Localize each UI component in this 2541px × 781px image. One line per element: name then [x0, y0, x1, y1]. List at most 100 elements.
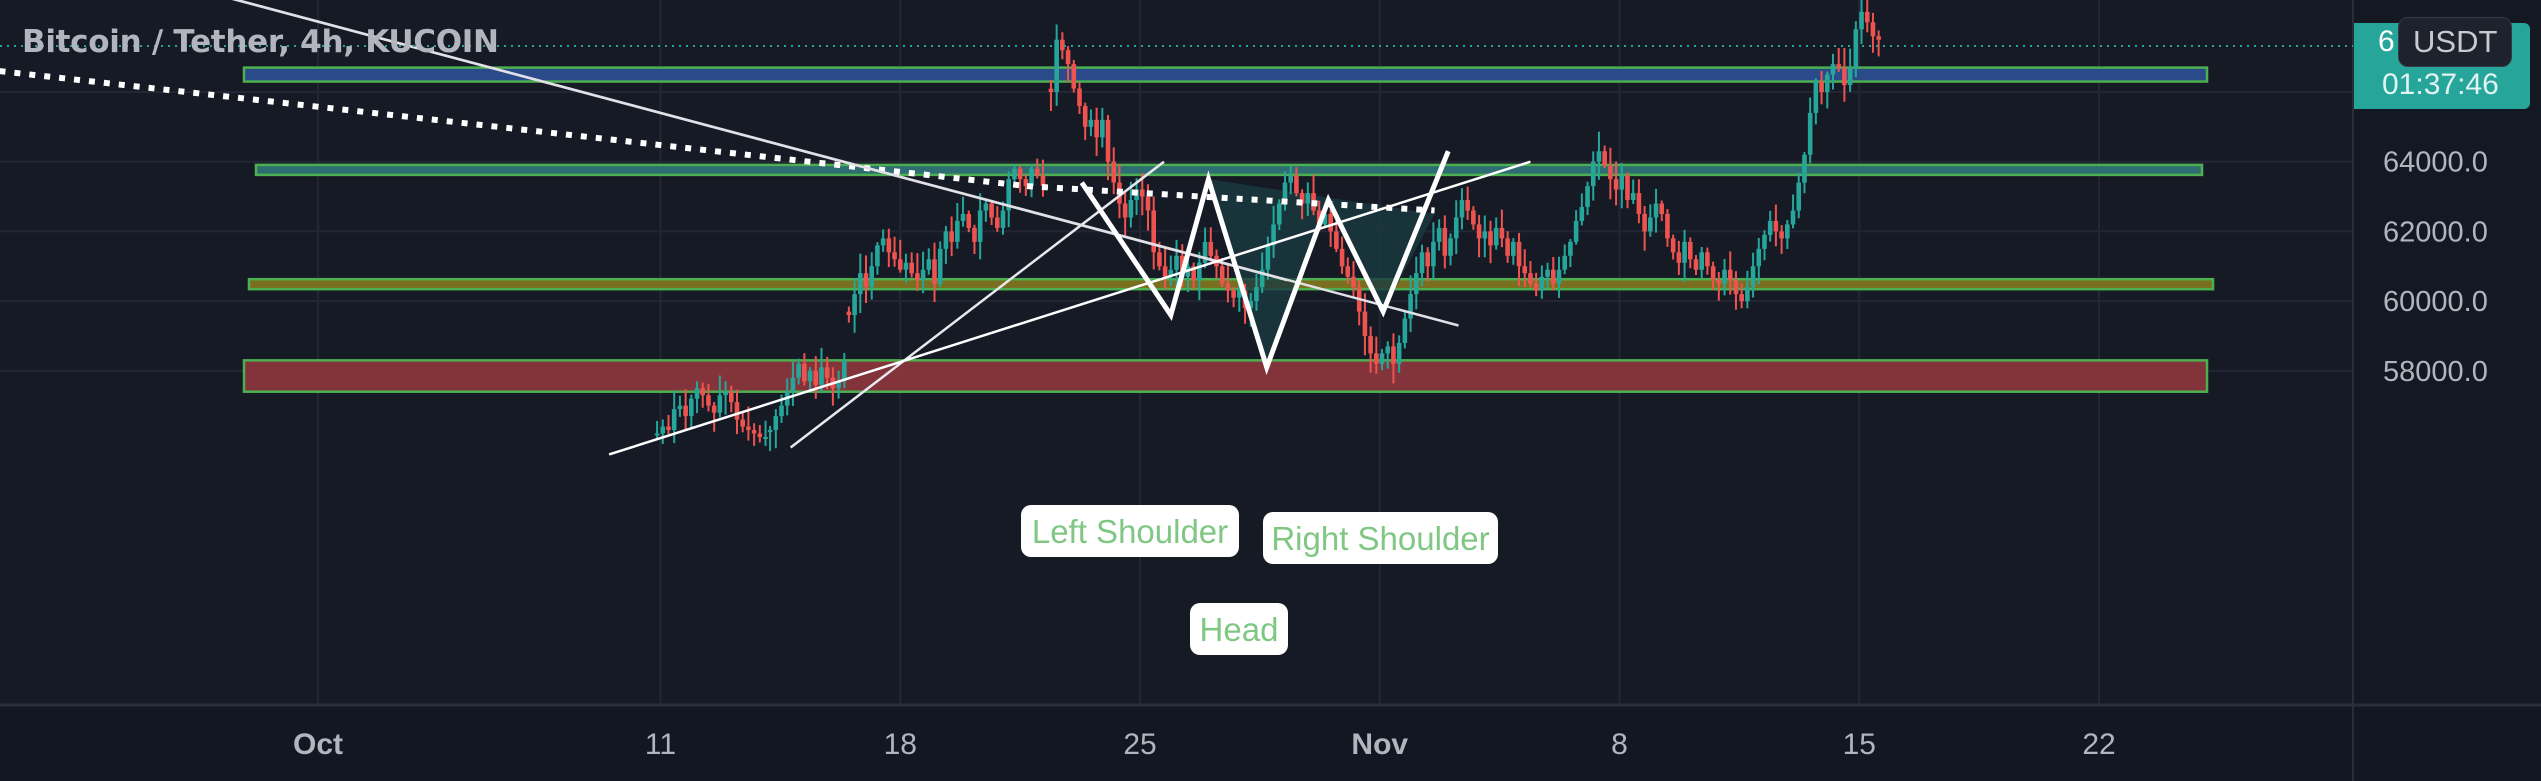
candle-body: [1374, 353, 1379, 364]
candle-body: [949, 231, 954, 242]
candle-body: [966, 213, 972, 228]
candle-body: [802, 363, 807, 382]
candle-body: [1071, 64, 1077, 89]
candle-body: [1385, 346, 1391, 354]
candle-body: [886, 238, 892, 253]
candle-body: [1000, 210, 1006, 228]
candle: [875, 242, 880, 275]
candle: [1636, 179, 1642, 224]
chart-title: Bitcoin / Tether, 4h, KUCOIN: [22, 24, 499, 60]
candle: [1476, 215, 1482, 258]
candle: [734, 389, 740, 435]
candle-body: [734, 402, 740, 420]
candle-body: [1762, 234, 1767, 249]
candle-body: [1545, 269, 1550, 277]
time-axis-background: [0, 705, 2541, 781]
candle-body: [852, 294, 857, 316]
candle-body: [1785, 224, 1790, 239]
candle-body: [1608, 165, 1613, 180]
candle-body: [1493, 227, 1499, 246]
candle-body: [1054, 39, 1059, 92]
candle: [1767, 210, 1773, 242]
candle-body: [1727, 269, 1733, 281]
candle-body: [1562, 255, 1567, 270]
candle-body: [694, 388, 700, 399]
candle-body: [807, 370, 813, 382]
candle-body: [1676, 252, 1682, 263]
time-tick-label: 8: [1611, 728, 1628, 761]
candle-body: [1431, 241, 1436, 267]
candle: [1006, 171, 1012, 228]
candle: [1493, 217, 1499, 250]
candle-body: [1105, 119, 1111, 162]
currency-badge[interactable]: USDT: [2398, 17, 2513, 67]
candle: [1573, 210, 1579, 245]
candle: [1459, 188, 1465, 230]
candle: [983, 198, 989, 222]
candle: [1029, 163, 1034, 198]
candle-body: [1362, 311, 1368, 336]
candle-body: [1648, 217, 1653, 232]
annotations-layer: Left Shoulder Head Right Shoulder: [1021, 505, 1498, 655]
candle: [1556, 256, 1562, 298]
price-tick-label: 58000.0: [2383, 356, 2488, 388]
candle-body: [1716, 280, 1722, 284]
candle-body: [1254, 287, 1259, 302]
candle-body: [1082, 105, 1088, 127]
candle: [897, 239, 903, 273]
red-support-zone: [242, 359, 2209, 393]
candle-body: [660, 426, 666, 434]
candle: [1054, 24, 1059, 106]
candle: [955, 203, 960, 249]
candle: [1630, 179, 1636, 204]
candle: [1362, 293, 1368, 356]
candle: [1762, 230, 1767, 261]
candle-body: [1870, 22, 1876, 37]
candle: [1071, 59, 1077, 93]
candle: [892, 236, 897, 267]
candle-body: [1859, 11, 1864, 30]
candle-body: [711, 405, 717, 413]
candle-body: [1750, 266, 1756, 288]
candle-body: [1174, 255, 1179, 270]
candle: [937, 241, 943, 287]
candle-body: [1436, 227, 1442, 242]
candle: [1094, 107, 1099, 156]
candle-body: [1396, 342, 1402, 364]
candle-body: [1499, 227, 1505, 239]
candle: [1000, 201, 1006, 235]
candle: [1802, 151, 1807, 194]
candle-body: [1733, 280, 1739, 295]
candle-body: [1276, 203, 1282, 225]
candle-body: [1790, 210, 1796, 225]
candle: [1100, 107, 1105, 148]
candle: [1779, 225, 1784, 254]
candle-body: [1590, 161, 1596, 187]
candle-body: [1288, 175, 1293, 183]
price-chart[interactable]: Left Shoulder Head Right Shoulder 58000.0 6…: [0, 0, 2541, 781]
candle: [857, 253, 863, 314]
candle-body: [1533, 283, 1539, 291]
candle: [1870, 12, 1876, 53]
candle: [994, 206, 1000, 232]
candle: [1339, 236, 1345, 274]
candle: [1807, 97, 1813, 164]
candle-body: [1653, 203, 1659, 218]
candle-body: [751, 430, 757, 434]
candle: [1568, 239, 1573, 268]
candle-body: [773, 416, 779, 431]
candle: [1876, 30, 1881, 57]
candle-body: [1442, 227, 1448, 256]
candle-body: [1796, 182, 1802, 211]
candle: [1425, 247, 1430, 282]
candle: [654, 420, 660, 439]
candle: [1453, 200, 1459, 255]
candle-body: [1351, 276, 1356, 288]
candle: [802, 353, 807, 386]
candle-body: [1699, 252, 1704, 270]
candle-body: [819, 367, 824, 385]
candle: [1830, 53, 1836, 90]
candle-body: [671, 409, 677, 431]
candle: [1745, 270, 1750, 309]
candle-body: [779, 405, 784, 417]
